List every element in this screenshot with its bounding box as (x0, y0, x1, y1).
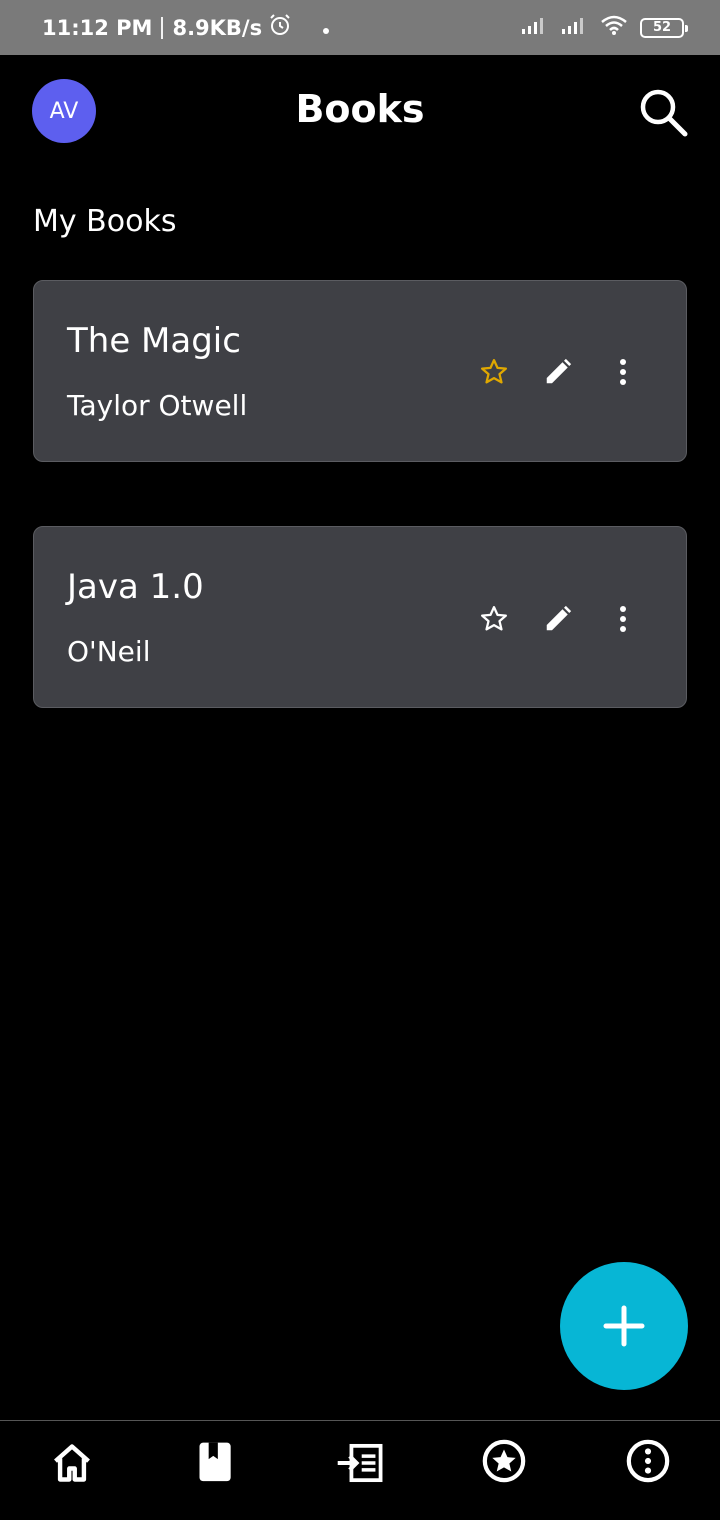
app-bar: AV Books (0, 55, 720, 167)
book-icon[interactable] (192, 1437, 240, 1485)
status-left: 11:12 PM 8.9KB/s (42, 13, 330, 42)
search-icon[interactable] (636, 85, 690, 139)
plus-icon (603, 1305, 645, 1347)
alarm-icon (268, 13, 292, 42)
book-title: The Magic (67, 321, 241, 361)
import-list-icon[interactable] (336, 1439, 384, 1487)
status-bar: 11:12 PM 8.9KB/s 52 (0, 0, 720, 55)
home-icon[interactable] (48, 1439, 96, 1487)
book-author: Taylor Otwell (67, 389, 248, 422)
edit-icon[interactable] (538, 352, 578, 392)
section-title: My Books (33, 204, 177, 239)
battery-icon: 52 (640, 17, 688, 38)
signal-icon (520, 15, 548, 40)
status-right: 52 (520, 14, 688, 41)
signal-icon (560, 15, 588, 40)
star-circle-icon[interactable] (480, 1437, 528, 1485)
book-author: O'Neil (67, 635, 151, 668)
page-title: Books (295, 87, 425, 131)
status-speed: 8.9KB/s (172, 15, 263, 40)
book-title: Java 1.0 (67, 567, 204, 607)
more-vert-icon[interactable] (603, 599, 643, 639)
star-outline-icon[interactable] (474, 599, 514, 639)
status-separator (161, 16, 164, 39)
more-vert-icon[interactable] (603, 352, 643, 392)
info-circle-icon[interactable] (624, 1437, 672, 1485)
book-card[interactable]: Java 1.0 O'Neil (33, 526, 687, 708)
edit-icon[interactable] (538, 599, 578, 639)
book-card[interactable]: The Magic Taylor Otwell (33, 280, 687, 462)
favorite-star-icon[interactable] (474, 352, 514, 392)
dot-icon (322, 16, 330, 40)
status-time: 11:12 PM (42, 15, 153, 40)
bottom-nav (0, 1420, 720, 1520)
wifi-icon (600, 14, 628, 41)
add-book-button[interactable] (560, 1262, 688, 1390)
